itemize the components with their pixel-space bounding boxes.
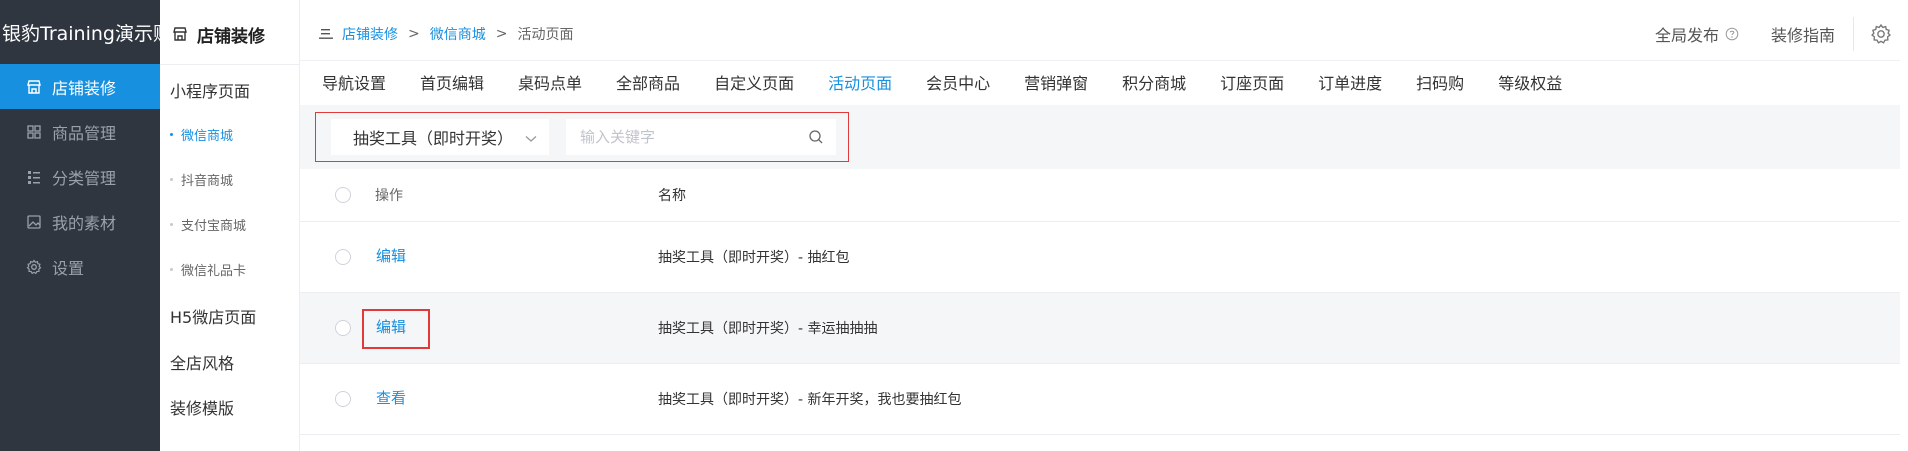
sidebar-item-label: 分类管理 <box>52 168 117 188</box>
subnav-title: 店铺装修 <box>160 12 300 56</box>
tab-points-mall[interactable]: 积分商城 <box>1122 70 1186 94</box>
page-tabs: 导航设置 首页编辑 桌码点单 全部商品 自定义页面 活动页面 会员中心 营销弹窗… <box>322 64 1596 100</box>
store-icon <box>26 79 42 95</box>
sidebar-item-label: 商品管理 <box>52 123 117 143</box>
table-row: 编辑 抽奖工具（即时开奖）- 抽红包 <box>300 222 1900 293</box>
tab-custom-page[interactable]: 自定义页面 <box>714 70 794 94</box>
breadcrumb-separator: > <box>495 26 508 42</box>
divider <box>160 64 300 65</box>
menu-icon <box>318 27 334 41</box>
tab-nav-settings[interactable]: 导航设置 <box>322 70 386 94</box>
table-header: 操作 名称 <box>300 169 1900 222</box>
tab-activity-page[interactable]: 活动页面 <box>828 70 892 94</box>
help-circle-icon[interactable] <box>1725 27 1739 41</box>
divider <box>300 60 1900 61</box>
chevron-down-icon <box>525 128 537 147</box>
sidebar-item-label: 店铺装修 <box>52 78 117 98</box>
gear-icon <box>26 259 42 275</box>
row-radio[interactable] <box>335 320 351 336</box>
sidebar-item-categories[interactable]: 分类管理 <box>0 154 160 199</box>
list-icon <box>26 169 42 185</box>
breadcrumb-link-wechat-mall[interactable]: 微信商城 <box>430 24 486 44</box>
gear-icon[interactable] <box>1870 23 1892 45</box>
search-icon[interactable] <box>808 129 824 145</box>
grid-icon <box>26 124 42 140</box>
sidebar-item-store-decoration[interactable]: 店铺装修 <box>0 64 160 109</box>
subnav-group-miniprogram[interactable]: 小程序页面 <box>170 78 250 102</box>
bullet-icon <box>170 133 173 136</box>
global-publish-label: 全局发布 <box>1654 26 1719 45</box>
tab-table-order[interactable]: 桌码点单 <box>518 70 582 94</box>
tab-reservation-page[interactable]: 订座页面 <box>1220 70 1284 94</box>
tab-all-products[interactable]: 全部商品 <box>616 70 680 94</box>
sidebar-item-products[interactable]: 商品管理 <box>0 109 160 154</box>
edit-link[interactable]: 编辑 <box>376 245 406 266</box>
brand-name: 银豹Training演示账号 <box>2 23 160 45</box>
filter-bar: 抽奖工具（即时开奖） <box>300 105 1900 169</box>
tab-marketing-popup[interactable]: 营销弹窗 <box>1024 70 1088 94</box>
tab-level-benefits[interactable]: 等级权益 <box>1498 70 1562 94</box>
breadcrumb-current: 活动页面 <box>517 27 574 43</box>
edit-link[interactable]: 编辑 <box>376 316 406 337</box>
search-input[interactable] <box>580 128 800 146</box>
sidebar-item-label: 我的素材 <box>52 213 117 233</box>
tab-home-edit[interactable]: 首页编辑 <box>420 70 484 94</box>
breadcrumb: 店铺装修 > 微信商城 > 活动页面 <box>318 24 573 44</box>
store-icon <box>172 26 188 42</box>
table-row: 编辑 抽奖工具（即时开奖）- 幸运抽抽抽 <box>300 293 1900 364</box>
main-content: 店铺装修 > 微信商城 > 活动页面 全局发布 装修指南 导航设置 首页编辑 桌… <box>300 0 1900 451</box>
subnav-item-label: 微信商城 <box>181 129 234 144</box>
subnav-title-label: 店铺装修 <box>197 26 265 47</box>
sidebar-item-settings[interactable]: 设置 <box>0 244 160 289</box>
row-name: 抽奖工具（即时开奖）- 幸运抽抽抽 <box>658 321 878 337</box>
view-link[interactable]: 查看 <box>376 387 406 408</box>
table-row: 查看 抽奖工具（即时开奖）- 新年开奖，我也要抽红包 <box>300 364 1900 435</box>
sub-navigation: 店铺装修 小程序页面 微信商城 抖音商城 支付宝商城 微信礼品卡 H5微店页面 … <box>160 0 300 451</box>
sidebar-item-label: 设置 <box>52 258 85 278</box>
subnav-item-douyin-mall[interactable]: 抖音商城 <box>170 170 233 189</box>
sidebar-item-materials[interactable]: 我的素材 <box>0 199 160 244</box>
subnav-item-alipay-mall[interactable]: 支付宝商城 <box>170 215 246 234</box>
subnav-item-wechat-mall[interactable]: 微信商城 <box>170 125 233 144</box>
row-name: 抽奖工具（即时开奖）- 抽红包 <box>658 250 850 266</box>
row-name: 抽奖工具（即时开奖）- 新年开奖，我也要抽红包 <box>658 392 962 408</box>
header-actions: 全局发布 装修指南 <box>1655 16 1900 52</box>
row-radio[interactable] <box>335 249 351 265</box>
subnav-group-template[interactable]: 装修模版 <box>170 395 234 419</box>
activity-type-value: 抽奖工具（即时开奖） <box>353 129 514 148</box>
bullet-icon <box>170 178 173 181</box>
search-field <box>566 119 836 155</box>
decoration-guide-link[interactable]: 装修指南 <box>1771 22 1835 46</box>
breadcrumb-link-store-decoration[interactable]: 店铺装修 <box>342 24 398 44</box>
tab-order-progress[interactable]: 订单进度 <box>1318 70 1382 94</box>
select-all-radio[interactable] <box>335 187 351 203</box>
column-header-action: 操作 <box>375 188 403 204</box>
bullet-icon <box>170 268 173 271</box>
global-publish-button[interactable]: 全局发布 <box>1655 22 1739 46</box>
row-radio[interactable] <box>335 391 351 407</box>
main-sidebar: 银豹Training演示账号 店铺装修 商品管理 分类管理 我的素材 设置 <box>0 0 160 451</box>
bullet-icon <box>170 223 173 226</box>
subnav-item-label: 支付宝商城 <box>181 219 247 234</box>
breadcrumb-separator: > <box>408 26 420 42</box>
subnav-group-h5[interactable]: H5微店页面 <box>170 304 256 328</box>
tab-scan-buy[interactable]: 扫码购 <box>1416 70 1464 94</box>
tab-member-center[interactable]: 会员中心 <box>926 70 990 94</box>
column-header-name: 名称 <box>658 188 686 204</box>
highlight-box: 抽奖工具（即时开奖） <box>315 112 849 162</box>
subnav-group-style[interactable]: 全店风格 <box>170 350 234 374</box>
subnav-item-label: 抖音商城 <box>181 174 234 189</box>
activity-type-select[interactable]: 抽奖工具（即时开奖） <box>331 119 549 155</box>
divider <box>1853 17 1854 51</box>
subnav-item-label: 微信礼品卡 <box>181 264 247 279</box>
subnav-item-wechat-giftcard[interactable]: 微信礼品卡 <box>170 260 246 279</box>
image-icon <box>26 214 42 230</box>
